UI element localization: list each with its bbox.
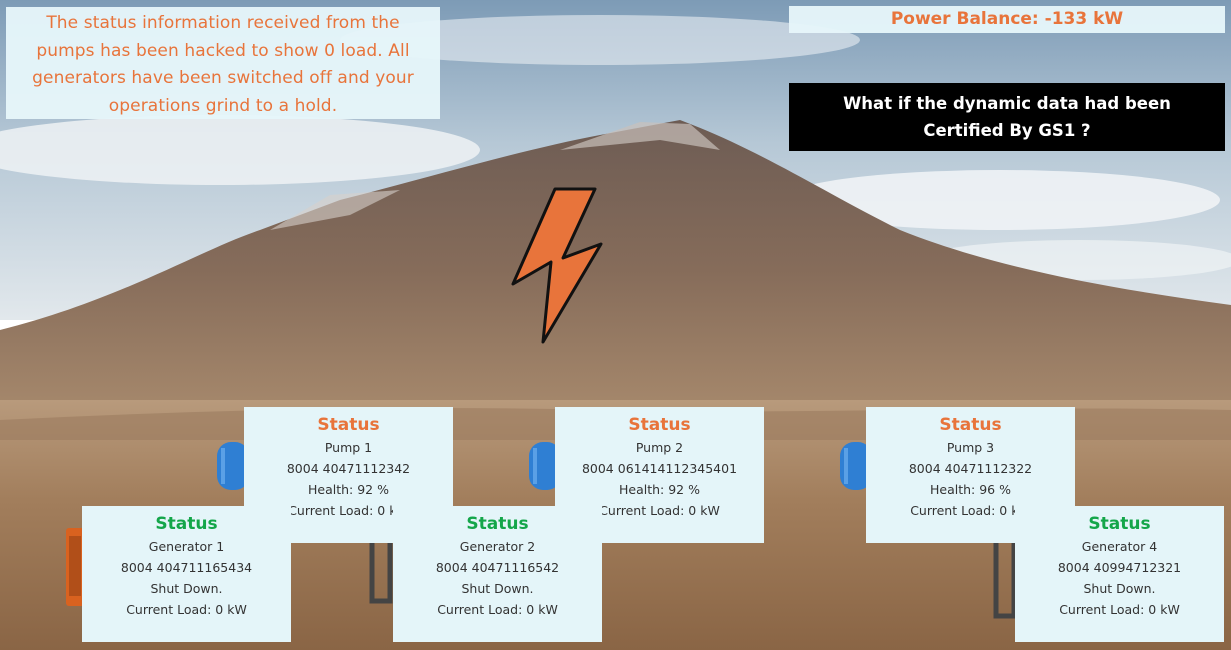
generator-load: Current Load: 0 kW (126, 602, 247, 617)
generator-name: Generator 1 (148, 539, 225, 554)
hack-message: The status information received from the… (6, 7, 440, 119)
generator-name: Generator 4 (1081, 539, 1158, 554)
question-line-1: What if the dynamic data had been (843, 94, 1171, 113)
power-balance: Power Balance: -133 kW (789, 6, 1225, 33)
generator-state: Shut Down. (150, 581, 223, 596)
pump-health: Health: 92 % (308, 482, 389, 497)
status-title: Status (155, 514, 218, 534)
status-title: Status (939, 415, 1002, 435)
status-title: Status (466, 514, 529, 534)
generator-status-card-2[interactable]: Status Generator 2 8004 40471116542 Shut… (393, 506, 602, 642)
message-line-1: The status information received from the (46, 13, 400, 33)
generator-state: Shut Down. (461, 581, 534, 596)
pump-name: Pump 1 (324, 440, 373, 455)
message-line-4: operations grind to a hold. (108, 95, 338, 116)
lightning-bolt-icon (505, 184, 605, 348)
generator-status-card-4[interactable]: Status Generator 4 8004 40994712321 Shut… (1015, 506, 1224, 642)
generator-id: 8004 40994712321 (1057, 560, 1182, 575)
generator-id: 8004 404711165434 (120, 560, 253, 575)
generator-load: Current Load: 0 kW (437, 602, 558, 617)
pump-health: Health: 96 % (930, 482, 1011, 497)
pump-name: Pump 3 (946, 440, 995, 455)
gs1-question-banner[interactable]: What if the dynamic data had been Certif… (789, 83, 1225, 151)
generator-name: Generator 2 (459, 539, 536, 554)
message-line-2: pumps has been hacked to show 0 load. Al… (36, 40, 410, 61)
generator-load: Current Load: 0 kW (1059, 602, 1180, 617)
generator-id: 8004 40471116542 (435, 560, 560, 575)
pump-health: Health: 92 % (619, 482, 700, 497)
generator-status-card-1[interactable]: Status Generator 1 8004 404711165434 Shu… (82, 506, 291, 642)
pump-id: 8004 40471112322 (908, 461, 1033, 476)
generator-state: Shut Down. (1083, 581, 1156, 596)
pump-id: 8004 40471112342 (286, 461, 411, 476)
status-title: Status (1088, 514, 1151, 534)
message-line-3: generators have been switched off and yo… (32, 68, 414, 88)
status-title: Status (317, 415, 380, 435)
pump-id: 8004 061414112345401 (581, 461, 738, 476)
status-title: Status (628, 415, 691, 435)
question-line-2: Certified By GS1 ? (923, 120, 1091, 140)
pump-name: Pump 2 (635, 440, 684, 455)
